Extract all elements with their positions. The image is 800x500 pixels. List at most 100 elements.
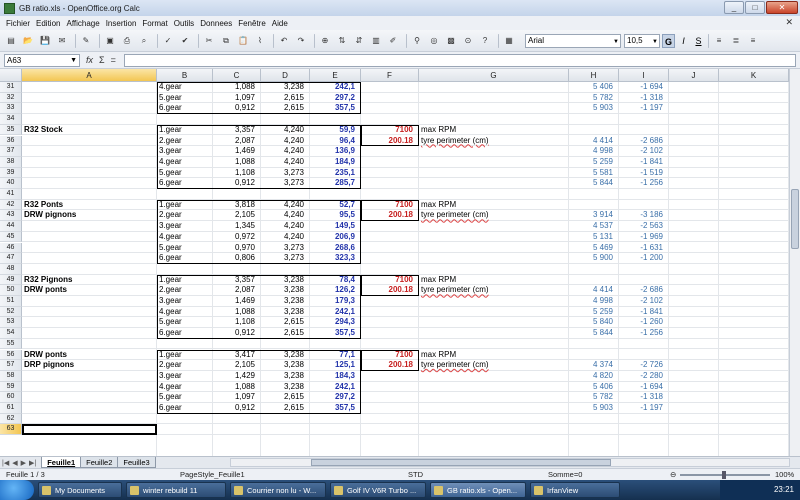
cell-a[interactable]: R32 Pignons <box>24 275 157 286</box>
cell-c[interactable]: 1,429 <box>215 371 261 382</box>
cell-c[interactable]: 1,469 <box>215 146 261 157</box>
cell-i[interactable]: -1 318 <box>621 392 669 403</box>
cell-h[interactable]: 4 374 <box>571 360 619 371</box>
cell-c[interactable]: 3,417 <box>215 350 261 361</box>
row-header[interactable]: 47 <box>0 253 22 264</box>
cell-f[interactable]: 7100 <box>363 275 419 286</box>
cell-f[interactable]: 7100 <box>363 350 419 361</box>
cell-b[interactable]: 3.gear <box>159 371 213 382</box>
format-paintbrush-icon[interactable]: ⌇ <box>253 34 267 48</box>
row-header[interactable]: 34 <box>0 114 22 125</box>
row-header[interactable]: 56 <box>0 349 22 361</box>
column-header-b[interactable]: B <box>157 69 213 82</box>
row-header[interactable]: 49 <box>0 274 22 286</box>
cell-e[interactable]: 95,5 <box>312 210 361 221</box>
sheet-tab-feuille1[interactable]: Feuille1 <box>41 457 82 468</box>
cell-c[interactable]: 0,972 <box>215 232 261 243</box>
cell-c[interactable]: 1,088 <box>215 82 261 93</box>
cell-i[interactable]: -1 256 <box>621 178 669 189</box>
cell-e[interactable]: 357,5 <box>312 403 361 414</box>
menu-donnees[interactable]: Donnees <box>197 19 235 28</box>
cell-d[interactable]: 4,240 <box>263 146 310 157</box>
row-header[interactable]: 44 <box>0 221 22 232</box>
cell-b[interactable]: 1.gear <box>159 200 213 211</box>
sum-icon[interactable]: Σ <box>99 55 105 65</box>
cell-e[interactable]: 357,5 <box>312 103 361 114</box>
cell-h[interactable]: 3 914 <box>571 210 619 221</box>
find-icon[interactable]: ⚲ <box>410 34 424 48</box>
cell-c[interactable]: 1,097 <box>215 93 261 104</box>
cell-i[interactable]: -1 256 <box>621 328 669 339</box>
edit-mode-icon[interactable]: ✎ <box>79 34 93 48</box>
cell-d[interactable]: 4,240 <box>263 232 310 243</box>
menu-outils[interactable]: Outils <box>171 19 197 28</box>
cell-i[interactable]: -1 694 <box>621 82 669 93</box>
bold-button[interactable]: G <box>662 33 675 48</box>
cell-h[interactable]: 5 131 <box>571 232 619 243</box>
cell-e[interactable]: 206,9 <box>312 232 361 243</box>
task-irfanview[interactable]: IrfanView <box>530 482 620 498</box>
cell-c[interactable]: 1,345 <box>215 221 261 232</box>
cell-f[interactable]: 200.18 <box>363 136 419 147</box>
cell-d[interactable]: 4,240 <box>263 210 310 221</box>
cell-i[interactable]: -2 563 <box>621 221 669 232</box>
cell-i[interactable]: -1 969 <box>621 232 669 243</box>
cell-h[interactable]: 5 259 <box>571 307 619 318</box>
cell-b[interactable]: 4.gear <box>159 382 213 393</box>
paste-icon[interactable]: 📋 <box>236 34 250 48</box>
column-header-g[interactable]: G <box>419 69 569 82</box>
formula-equals-icon[interactable]: = <box>111 55 116 65</box>
cell-e[interactable]: 59,9 <box>312 125 361 136</box>
cell-d[interactable]: 3,238 <box>263 82 310 93</box>
cell-d[interactable]: 2,615 <box>263 317 310 328</box>
cell-h[interactable]: 5 903 <box>571 403 619 414</box>
cell-h[interactable]: 5 406 <box>571 382 619 393</box>
print-preview-icon[interactable]: ⌕ <box>137 34 151 48</box>
cell-g[interactable]: max RPM <box>421 350 569 361</box>
spreadsheet-grid[interactable]: A B C D E F G H I J K 31 4.gear 1,088 3,238 242,1 5 406-… <box>0 69 800 456</box>
cell-c[interactable]: 1,088 <box>215 157 261 168</box>
clock[interactable]: 23:21 <box>774 485 794 494</box>
cell-d[interactable]: 4,240 <box>263 221 310 232</box>
cell-d[interactable]: 3,273 <box>263 243 310 254</box>
font-name-dropdown[interactable]: Arial ▼ <box>525 33 621 48</box>
cell-h[interactable]: 5 782 <box>571 392 619 403</box>
cell-f[interactable]: 200.18 <box>363 210 419 221</box>
horizontal-scrollbar[interactable] <box>230 458 790 467</box>
cell-h[interactable]: 5 782 <box>571 93 619 104</box>
cell-c[interactable]: 0,912 <box>215 103 261 114</box>
row-header[interactable]: 42 <box>0 199 22 211</box>
cell-e[interactable]: 136,9 <box>312 146 361 157</box>
copy-icon[interactable]: ⧉ <box>219 34 233 48</box>
cell-d[interactable]: 2,615 <box>263 93 310 104</box>
menu-edition[interactable]: Edition <box>33 19 63 28</box>
row-header[interactable]: 38 <box>0 156 22 168</box>
cell-g[interactable]: tyre perimeter (cm) <box>421 360 569 371</box>
cell-c[interactable]: 1,108 <box>215 317 261 328</box>
row-header[interactable]: 53 <box>0 317 22 329</box>
cell-e[interactable]: 96,4 <box>312 136 361 147</box>
cell-e[interactable]: 52,7 <box>312 200 361 211</box>
menu-affichage[interactable]: Affichage <box>63 19 102 28</box>
cell-e[interactable]: 184,9 <box>312 157 361 168</box>
cell-i[interactable]: -1 260 <box>621 317 669 328</box>
cell-d[interactable]: 4,240 <box>263 157 310 168</box>
cell-d[interactable]: 2,615 <box>263 392 310 403</box>
cell-d[interactable]: 2,615 <box>263 103 310 114</box>
help-icon[interactable]: ? <box>478 34 492 48</box>
cell-b[interactable]: 4.gear <box>159 307 213 318</box>
cell-b[interactable]: 3.gear <box>159 296 213 307</box>
cell-h[interactable]: 5 840 <box>571 317 619 328</box>
cell-i[interactable]: -1 841 <box>621 157 669 168</box>
cell-e[interactable]: 242,1 <box>312 82 361 93</box>
cell-i[interactable]: -1 318 <box>621 93 669 104</box>
menu-fenetre[interactable]: Fenêtre <box>235 19 269 28</box>
cell-h[interactable]: 5 469 <box>571 243 619 254</box>
sheet-tab-feuille3[interactable]: Feuille3 <box>117 457 156 468</box>
underline-button[interactable]: S <box>692 34 705 48</box>
cell-d[interactable]: 3,238 <box>263 350 310 361</box>
column-header-a[interactable]: A <box>22 69 157 82</box>
row-header[interactable]: 32 <box>0 92 22 104</box>
cell-b[interactable]: 3.gear <box>159 221 213 232</box>
column-header-i[interactable]: I <box>619 69 669 82</box>
